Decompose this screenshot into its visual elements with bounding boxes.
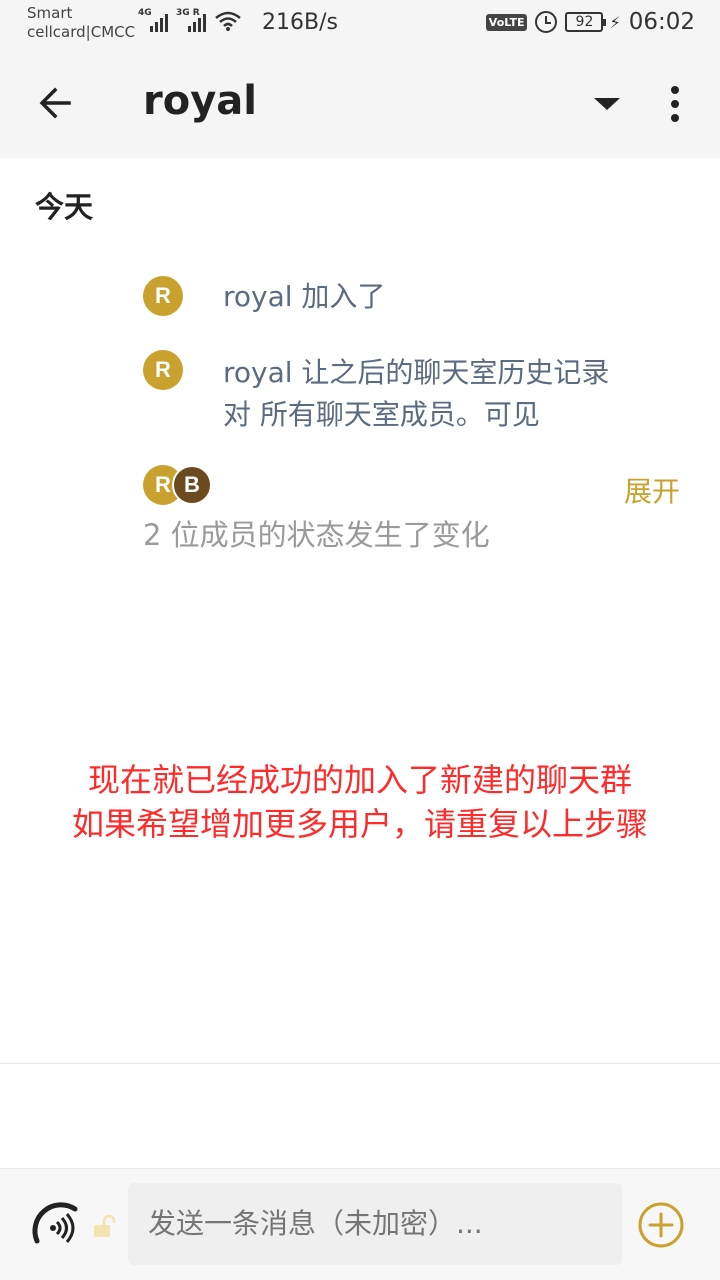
alarm-icon	[535, 11, 558, 33]
dropdown-icon[interactable]	[590, 90, 624, 116]
voice-call-icon[interactable]	[27, 1197, 87, 1257]
more-vert-icon[interactable]	[660, 84, 690, 124]
wifi-icon	[215, 11, 241, 31]
clock-time: 06:02	[628, 9, 695, 35]
charging-icon: ⚡	[609, 12, 621, 32]
divider	[0, 1063, 720, 1064]
battery-icon: 92	[565, 12, 607, 32]
avatar[interactable]: R	[143, 276, 183, 316]
event-text-line2: 对 所有聊天室成员。可见	[223, 398, 540, 431]
carrier-label: Smart cellcard|CMCC	[27, 4, 135, 42]
annotation-line1: 现在就已经成功的加入了新建的聊天群	[87, 761, 632, 799]
event-text: royal 加入了	[223, 280, 386, 313]
signal-4g-tag: 4G	[138, 8, 152, 18]
avatar[interactable]: R	[143, 350, 183, 390]
carrier-line2: cellcard|CMCC	[27, 23, 136, 41]
app-bar: royal	[0, 48, 720, 158]
message-composer	[0, 1168, 720, 1280]
add-attachment-icon[interactable]	[637, 1201, 685, 1249]
status-right: VoLTE 92 ⚡ 06:02	[485, 9, 695, 35]
avatar[interactable]: B	[172, 465, 212, 505]
volte-icon: VoLTE	[485, 13, 528, 31]
tutorial-annotation: 现在就已经成功的加入了新建的聊天群 如果希望增加更多用户，请重复以上步骤	[0, 758, 720, 846]
annotation-line2: 如果希望增加更多用户，请重复以上步骤	[71, 805, 648, 843]
signal-4g-icon: 4G	[138, 8, 168, 32]
status-bar: Smart cellcard|CMCC 4G 3G R 216B/s VoLTE…	[0, 0, 720, 48]
signal-icons: 4G 3G R	[138, 8, 242, 32]
signal-3g-tag: 3G R	[176, 8, 200, 18]
event-text-line1: royal 让之后的聊天室历史记录	[223, 356, 610, 389]
signal-3g-icon: 3G R	[176, 8, 206, 32]
expand-link[interactable]: 展开	[624, 470, 680, 510]
net-speed: 216B/s	[262, 10, 338, 35]
carrier-line1: Smart	[27, 4, 73, 22]
room-title[interactable]: royal	[143, 78, 257, 124]
event-text: royal 让之后的聊天室历史记录 对 所有聊天室成员。可见	[223, 352, 683, 436]
date-header: 今天	[35, 190, 94, 224]
back-arrow-icon[interactable]	[35, 83, 75, 123]
member-change-summary: 2 位成员的状态发生了变化	[143, 518, 490, 552]
unlocked-icon	[92, 1214, 116, 1239]
message-input[interactable]	[128, 1183, 622, 1265]
